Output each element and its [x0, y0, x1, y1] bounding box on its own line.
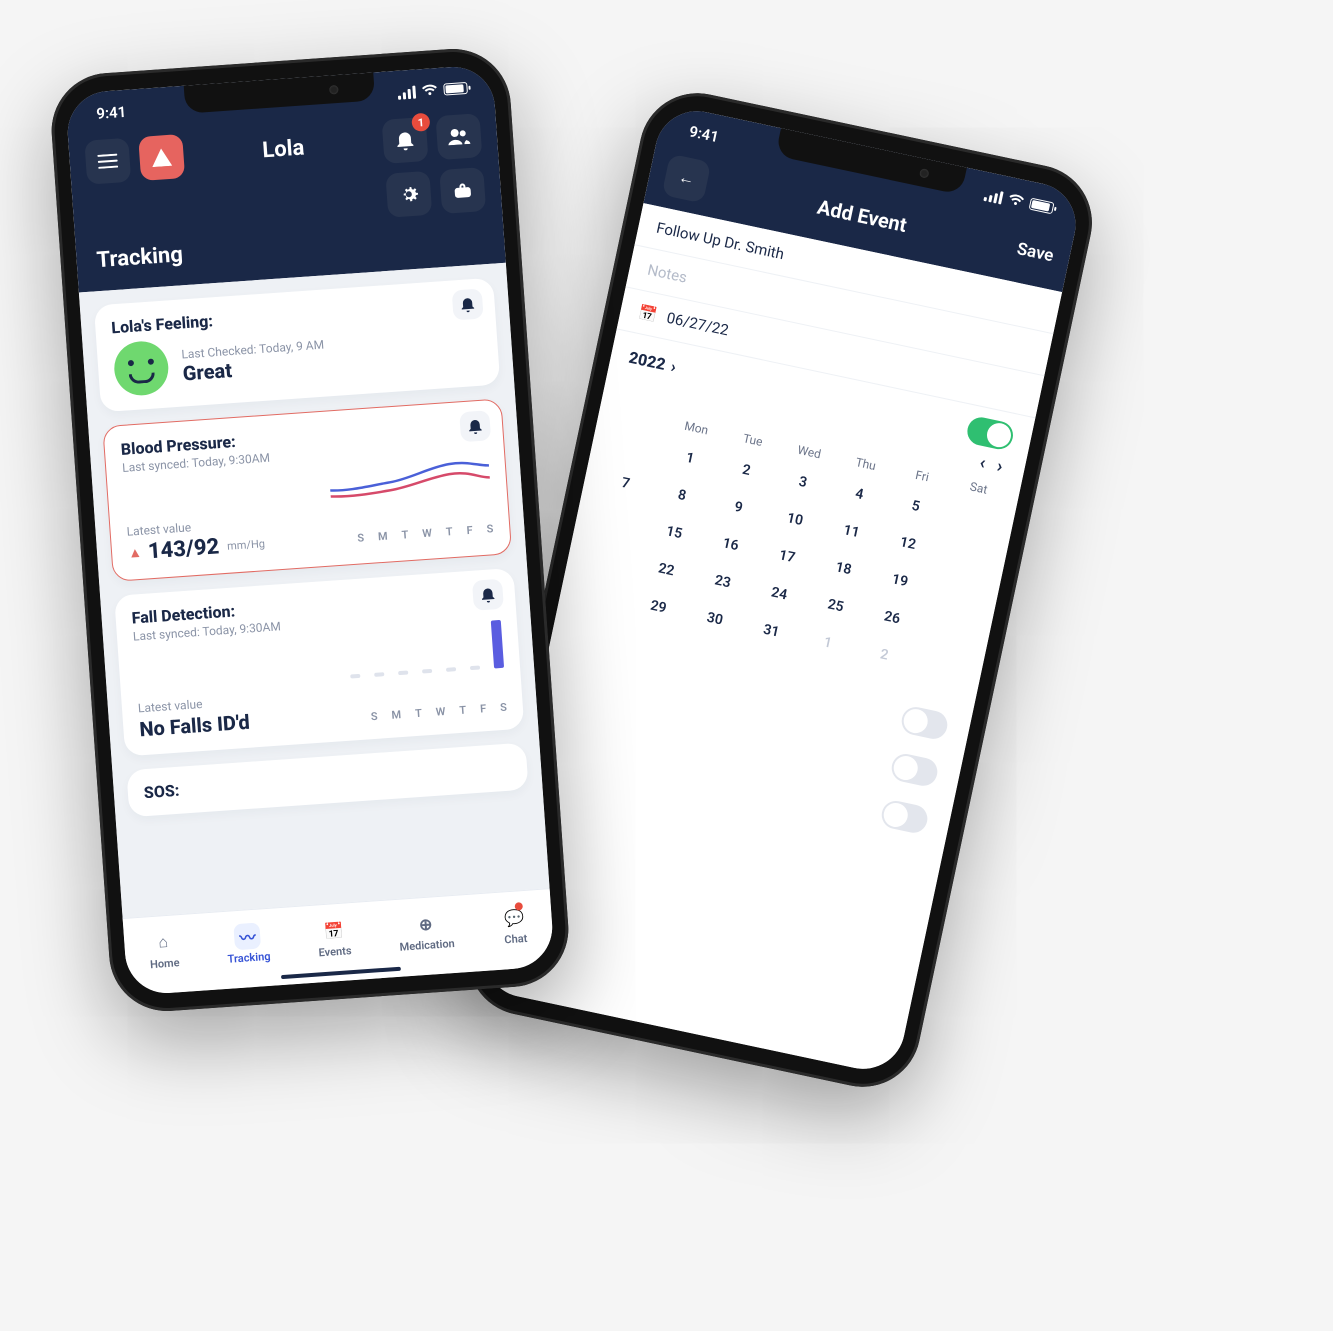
notifications-button[interactable]: 1 [382, 117, 429, 164]
calendar-day[interactable]: 15 [645, 513, 703, 552]
calendar-icon: 📅 [320, 916, 348, 944]
people-icon [447, 128, 470, 145]
hamburger-icon [97, 154, 118, 169]
calendar-next-button[interactable]: › [995, 456, 1005, 478]
calendar-day[interactable]: 25 [806, 587, 864, 626]
bell-icon [460, 296, 475, 313]
calendar-day[interactable]: 2 [855, 636, 913, 675]
calendar-day[interactable]: 23 [694, 563, 752, 602]
fall-detection-card[interactable]: Fall Detection: Last synced: Today, 9:30… [114, 568, 524, 757]
tab-events[interactable]: 📅 Events [316, 916, 352, 959]
battery-icon [443, 82, 468, 96]
calendar-day[interactable]: 3 [774, 463, 832, 502]
back-button[interactable]: ← [662, 154, 712, 204]
card-title: SOS: [143, 758, 511, 803]
month-label[interactable]: 2022 › [627, 347, 678, 376]
bell-icon [468, 418, 483, 435]
calendar-day[interactable]: 30 [686, 600, 744, 639]
calendar-day[interactable]: 22 [637, 551, 695, 590]
fall-value: No Falls ID'd [139, 710, 251, 742]
calendar-day[interactable]: 9 [709, 488, 767, 527]
calendar-day[interactable]: 19 [871, 561, 929, 600]
blood-pressure-card[interactable]: Blood Pressure: Last synced: Today, 9:30… [102, 398, 512, 582]
alert-button[interactable] [138, 134, 185, 181]
bell-icon [395, 130, 414, 151]
calendar-day[interactable]: 26 [863, 599, 921, 638]
day-labels: SMTWTFS [357, 522, 494, 544]
calendar-day[interactable]: 12 [879, 524, 937, 563]
calendar-day[interactable]: 18 [814, 549, 872, 588]
feeling-card[interactable]: Lola's Feeling: Last Checked: Today, 9 A… [94, 278, 500, 413]
signal-icon [983, 188, 1003, 204]
tab-tracking[interactable]: 〰 Tracking [225, 922, 271, 966]
calendar-day[interactable]: 8 [653, 476, 711, 515]
card-bell-button[interactable] [459, 410, 491, 442]
calendar-day[interactable]: 29 [629, 588, 687, 627]
tab-medication[interactable]: ⊕ Medication [397, 909, 455, 954]
page-title: Lola [193, 130, 374, 167]
option-toggle-3[interactable] [879, 798, 930, 835]
status-time: 9:41 [688, 122, 721, 146]
calendar-day[interactable]: 2 [717, 451, 775, 490]
calendar-day[interactable]: 1 [661, 439, 719, 478]
wifi-icon [421, 84, 438, 97]
battery-icon [1029, 198, 1055, 215]
chevron-right-icon: › [669, 356, 678, 376]
calendar-day[interactable]: 10 [766, 500, 824, 539]
home-indicator [281, 967, 401, 979]
calendar-day[interactable]: 5 [887, 487, 945, 526]
all-day-toggle[interactable] [965, 415, 1016, 452]
tab-chat[interactable]: 💬 Chat [500, 904, 529, 947]
calendar-day[interactable]: 17 [758, 537, 816, 576]
gear-icon [398, 184, 419, 205]
option-toggle-1[interactable] [899, 704, 950, 741]
medication-icon: ⊕ [412, 910, 440, 938]
phone-tracking: 9:41 Lola [48, 45, 572, 1015]
bell-icon [480, 586, 495, 603]
settings-button[interactable] [385, 171, 432, 218]
option-toggle-2[interactable] [889, 751, 940, 788]
people-button[interactable] [435, 113, 482, 160]
calendar-day[interactable]: 31 [742, 612, 800, 651]
signal-icon [397, 85, 416, 99]
calendar-day[interactable]: 1 [799, 624, 857, 663]
bp-unit: mm/Hg [227, 537, 266, 553]
calendar-day[interactable]: 24 [750, 575, 808, 614]
tracking-icon: 〰 [234, 922, 262, 950]
notification-badge: 1 [411, 113, 430, 132]
wifi-icon [1007, 193, 1025, 208]
date-value: 06/27/22 [665, 309, 730, 340]
tab-home[interactable]: ⌂ Home [148, 928, 180, 971]
action-icon [452, 180, 473, 201]
calendar-day[interactable]: 4 [830, 475, 888, 514]
arrow-left-icon: ← [677, 167, 697, 190]
day-labels: SMTWTFS [370, 701, 507, 723]
calendar-prev-button[interactable]: ‹ [978, 452, 988, 474]
save-button[interactable]: Save [1015, 239, 1055, 266]
warning-icon: ▲ [128, 544, 143, 562]
status-time: 9:41 [96, 103, 127, 123]
sos-card[interactable]: SOS: [126, 742, 528, 817]
calendar-day[interactable]: 11 [822, 512, 880, 551]
bp-value: 143/92 [147, 534, 220, 564]
card-bell-button[interactable] [452, 288, 484, 320]
calendar-day[interactable]: 16 [701, 525, 759, 564]
smiley-icon [112, 340, 170, 398]
calendar-icon: 📅 [637, 303, 659, 324]
warning-icon [151, 148, 172, 167]
menu-button[interactable] [84, 138, 131, 185]
calendar-day[interactable]: 7 [596, 464, 654, 503]
card-bell-button[interactable] [472, 579, 504, 611]
home-icon: ⌂ [149, 928, 177, 956]
more-button[interactable] [439, 167, 486, 214]
bp-sparkline [329, 455, 491, 502]
